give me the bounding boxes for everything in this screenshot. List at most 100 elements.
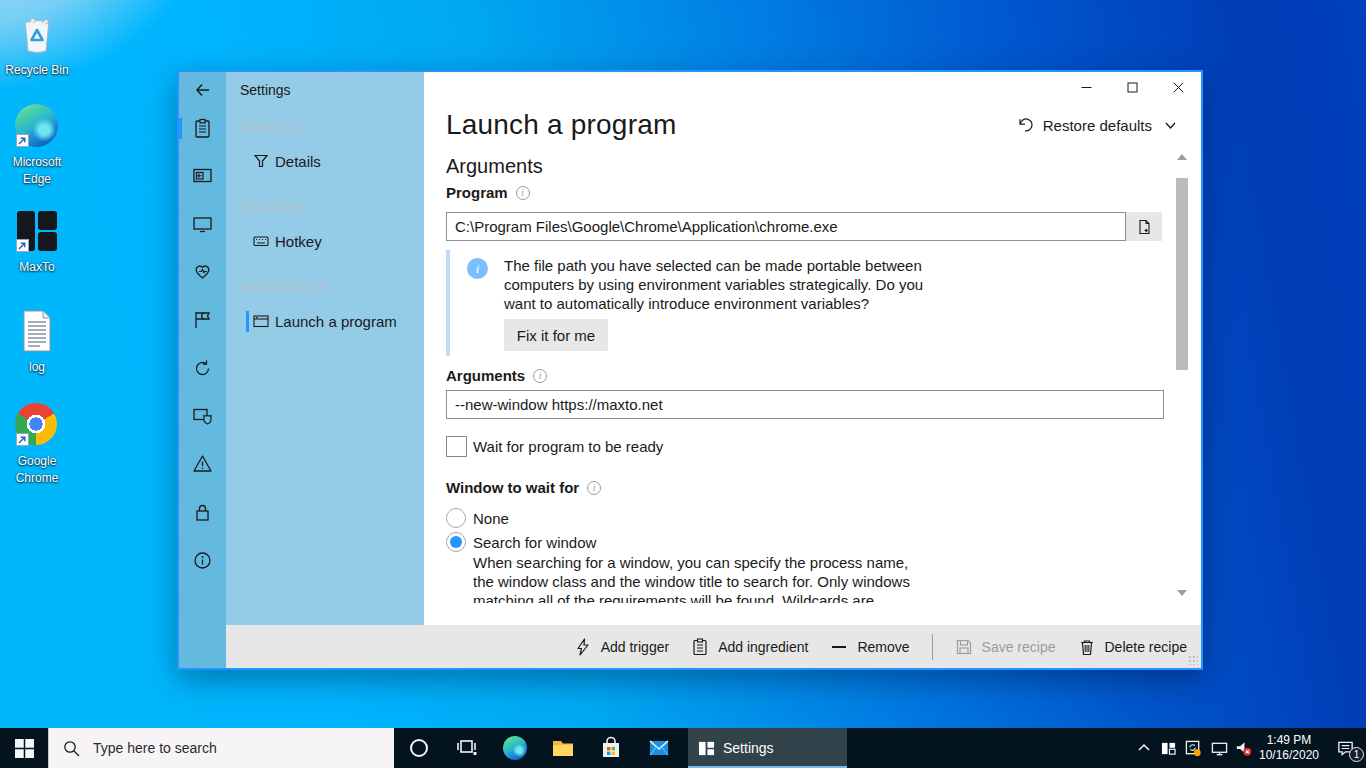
mail-icon — [647, 736, 671, 760]
shortcut-arrow — [16, 239, 29, 252]
info-message-box: i The file path you have selected can be… — [446, 250, 932, 356]
warning-icon[interactable] — [192, 453, 213, 474]
log-file-icon — [15, 309, 59, 353]
taskbar-search[interactable]: Type here to search — [48, 728, 394, 768]
taskbar-settings-label: Settings — [723, 740, 774, 756]
section-header: Arguments — [446, 155, 543, 178]
radio-row-none: None — [446, 508, 509, 528]
file-explorer-button[interactable] — [539, 728, 587, 768]
tray-volume-icon — [1234, 739, 1253, 758]
delete-recipe-button[interactable]: Delete recipe — [1078, 638, 1188, 656]
info-icon[interactable] — [192, 550, 213, 571]
sidebar-section-triggers: TRIGGERS — [240, 201, 307, 215]
info-text-line1: The file path you have selected can be m… — [504, 256, 923, 275]
cortana-button[interactable] — [395, 728, 443, 768]
desktop-icon-label: Recycle Bin — [0, 62, 74, 79]
desktop-icon-maxto[interactable]: MaxTo — [0, 209, 74, 276]
back-button[interactable] — [193, 80, 213, 100]
desktop-icon-microsoft-edge[interactable]: MicrosoftEdge — [0, 104, 74, 187]
main-panel: Launch a program Restore defaults Argume… — [424, 72, 1201, 668]
windows-logo-icon — [15, 739, 34, 758]
notification-badge: 1 — [1349, 747, 1364, 762]
add-ingredient-button[interactable]: Add ingredient — [691, 638, 808, 656]
tray-sync-button[interactable] — [1181, 728, 1205, 768]
task-view-icon — [455, 736, 479, 760]
desktop-icon-label: log — [0, 359, 74, 376]
start-button[interactable] — [0, 728, 48, 768]
flag-icon[interactable] — [192, 309, 213, 330]
radio-search-for-window[interactable] — [446, 532, 466, 552]
fix-it-for-me-button[interactable]: Fix it for me — [504, 319, 608, 351]
remove-button[interactable]: Remove — [830, 638, 909, 656]
radio-search-label: Search for window — [473, 534, 596, 551]
radio-none[interactable] — [446, 508, 466, 528]
tray-display-button[interactable] — [1207, 728, 1231, 768]
scroll-down-arrow[interactable] — [1176, 588, 1188, 598]
tray-clock[interactable]: 1:49 PM 10/16/2020 — [1253, 728, 1325, 768]
desktop-icon-google-chrome[interactable]: GoogleChrome — [0, 403, 74, 486]
clipboard-icon — [691, 638, 709, 656]
sidebar-item-details[interactable]: Details — [226, 148, 424, 174]
file-browse-icon — [1136, 219, 1152, 235]
program-input[interactable] — [446, 212, 1126, 241]
shield-window-icon[interactable] — [192, 406, 213, 427]
info-text-line3: want to automatically introduce environm… — [504, 294, 923, 313]
lightning-icon — [574, 638, 592, 656]
taskbar-settings-button[interactable]: Settings — [688, 728, 847, 768]
edge-icon — [503, 736, 527, 760]
recipes-icon[interactable] — [192, 118, 213, 139]
lock-icon[interactable] — [192, 502, 213, 523]
save-recipe-button[interactable]: Save recipe — [955, 638, 1056, 656]
sidebar-item-label: Details — [275, 153, 321, 170]
tray-maxto-button[interactable] — [1157, 728, 1179, 768]
desktop-icon-label: Microsoft — [0, 154, 74, 171]
icon-rail — [179, 72, 226, 668]
recycle-bin-icon — [15, 12, 59, 56]
clock-date: 10/16/2020 — [1259, 748, 1319, 763]
chevron-down-icon — [1164, 119, 1177, 132]
add-trigger-button[interactable]: Add trigger — [574, 638, 669, 656]
desktop-icon-label: Google — [0, 453, 74, 470]
mail-button[interactable] — [635, 728, 683, 768]
arguments-info-icon[interactable]: i — [533, 369, 547, 383]
scrollbar[interactable] — [1173, 152, 1191, 598]
window-to-wait-label-row: Window to wait for i — [446, 479, 601, 496]
window-to-wait-info-icon[interactable]: i — [587, 481, 601, 495]
tray-chevron-button[interactable] — [1133, 728, 1155, 768]
chrome-icon — [15, 403, 59, 447]
desktop-icon-log[interactable]: log — [0, 309, 74, 376]
sidebar-item-hotkey[interactable]: Hotkey — [226, 228, 424, 254]
minus-icon — [830, 638, 848, 656]
scrollbar-thumb[interactable] — [1176, 178, 1188, 370]
rail-selected-indicator — [179, 118, 182, 139]
taskbar: Type here to search — [0, 728, 1366, 768]
arguments-input[interactable] — [446, 390, 1164, 419]
radio-none-label: None — [473, 510, 509, 527]
restore-defaults-label: Restore defaults — [1043, 117, 1152, 134]
wait-for-program-checkbox[interactable] — [446, 436, 467, 457]
sidebar-item-launch-a-program[interactable]: Launch a program — [226, 308, 424, 334]
info-circle-icon: i — [467, 258, 488, 279]
store-button[interactable] — [587, 728, 635, 768]
chevron-up-icon — [1137, 741, 1151, 755]
tray-volume-button[interactable] — [1231, 728, 1255, 768]
task-view-button[interactable] — [443, 728, 491, 768]
search-description-line2: the window class and the window title to… — [473, 572, 943, 591]
sync-icon[interactable] — [192, 358, 213, 379]
tray-maxto-icon — [1161, 741, 1176, 756]
desktop-icon-recycle-bin[interactable]: Recycle Bin — [0, 12, 74, 79]
monitor-icon[interactable] — [192, 214, 213, 235]
sidebar-section-ingredients: INGREDIENTS — [240, 281, 328, 295]
panel-left-icon[interactable] — [192, 165, 213, 186]
heart-icon[interactable] — [192, 261, 213, 282]
resize-grip[interactable] — [1188, 655, 1198, 665]
browse-file-button[interactable] — [1126, 212, 1162, 241]
sidebar-item-label: Launch a program — [275, 313, 397, 330]
restore-defaults-button[interactable]: Restore defaults — [1016, 116, 1177, 134]
edge-taskbar-button[interactable] — [491, 728, 539, 768]
shortcut-arrow — [16, 433, 29, 446]
page-title: Launch a program — [446, 109, 676, 141]
scroll-up-arrow[interactable] — [1176, 152, 1188, 162]
wait-for-program-row: Wait for program to be ready — [446, 436, 663, 457]
program-info-icon[interactable]: i — [516, 186, 530, 200]
